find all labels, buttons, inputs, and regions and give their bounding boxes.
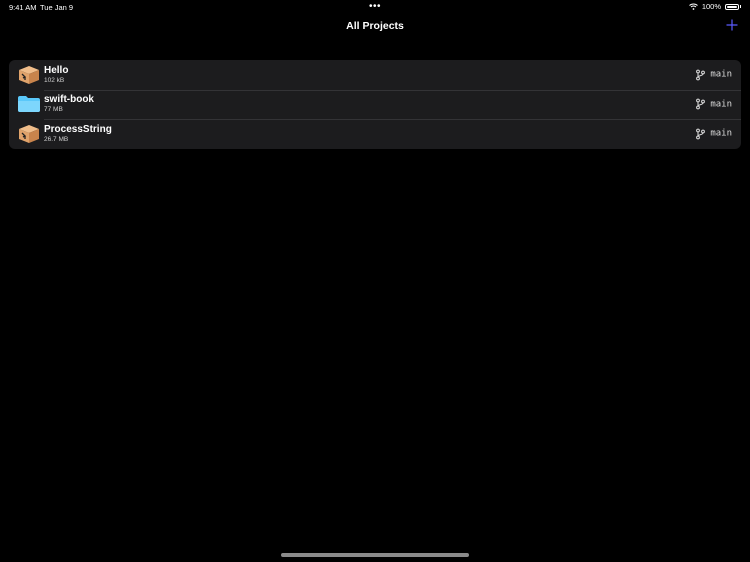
status-date: Tue Jan 9 — [40, 3, 74, 12]
branch-indicator: main — [696, 128, 732, 140]
plus-icon — [726, 19, 738, 31]
branch-name: main — [710, 128, 732, 139]
git-branch-icon — [696, 128, 706, 140]
battery-percent: 100% — [701, 2, 721, 11]
list-item[interactable]: swift-book 77 MB main — [9, 89, 741, 120]
status-bar: 9:41 AM Tue Jan 9 ••• 100% — [0, 0, 750, 14]
home-indicator[interactable] — [281, 553, 469, 557]
branch-indicator: main — [696, 98, 732, 110]
branch-name: main — [710, 69, 732, 80]
wifi-icon — [688, 3, 698, 10]
project-list: Hello 102 kB main swift-book 77 MB main … — [9, 60, 741, 149]
add-project-button[interactable] — [724, 17, 740, 33]
project-name: swift-book — [44, 94, 94, 106]
battery-nub — [740, 5, 741, 8]
folder-icon — [18, 96, 40, 113]
project-name: Hello — [44, 64, 69, 76]
status-right: 100% — [688, 2, 741, 11]
branch-indicator: main — [696, 69, 732, 81]
battery-icon — [725, 3, 739, 10]
page-title: All Projects — [346, 20, 404, 32]
list-item[interactable]: ProcessString 26.7 MB main — [9, 119, 741, 149]
project-size: 77 MB — [44, 106, 63, 114]
git-branch-icon — [696, 98, 706, 110]
git-branch-icon — [696, 69, 706, 81]
branch-name: main — [710, 99, 732, 110]
project-name: ProcessString — [44, 123, 112, 135]
status-time: 9:41 AM — [9, 3, 37, 12]
package-icon — [19, 124, 39, 143]
list-item[interactable]: Hello 102 kB main — [9, 60, 741, 90]
multitasking-dots-icon[interactable]: ••• — [369, 1, 381, 12]
project-size: 26.7 MB — [44, 135, 69, 143]
package-icon — [19, 65, 39, 84]
project-size: 102 kB — [44, 76, 65, 84]
